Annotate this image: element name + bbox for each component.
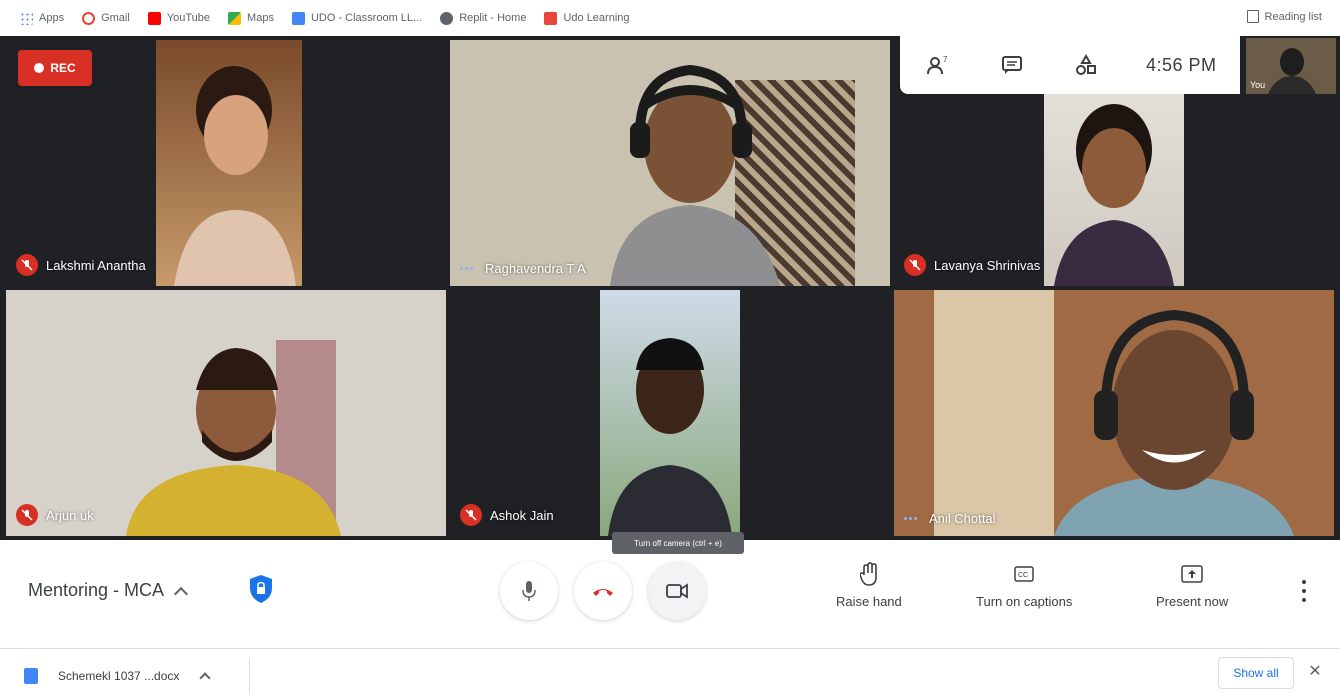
people-icon: 7 [927,55,948,75]
speaking-indicator-icon [460,267,475,270]
reading-list-button[interactable]: Reading list [1246,10,1322,23]
download-item[interactable]: Schemekl 1037 ...docx [18,659,250,693]
participant-video [610,64,780,286]
activities-icon [1076,54,1096,75]
bookmark-apps[interactable]: Apps [20,11,64,25]
bookmarks-bar: Apps Gmail YouTube Maps UDO - Classroom … [0,0,1340,36]
youtube-icon [147,11,161,25]
leave-call-button[interactable] [574,562,632,620]
svg-text:CC: CC [1018,572,1028,579]
maps-icon [228,11,242,25]
participant-tile[interactable]: REC Lakshmi Anantha [6,40,446,286]
show-all-button[interactable]: Show all [1218,657,1294,689]
hang-up-icon [593,589,613,596]
activities-button[interactable] [1072,51,1100,79]
record-dot-icon [34,63,45,73]
meeting-details-button[interactable]: Mentoring - MCA [28,580,189,601]
present-now-button[interactable]: Present now [1156,562,1228,609]
present-screen-icon [1180,562,1204,586]
bookmark-classroom[interactable]: UDO - Classroom LL... [291,11,422,25]
mic-off-icon [904,254,926,276]
participant-tile[interactable]: Ashok Jain [450,290,890,536]
download-shelf: Schemekl 1037 ...docx Show all ✕ [0,648,1340,700]
more-options-icon[interactable] [1296,580,1312,602]
speaking-indicator-icon [904,517,919,520]
people-button[interactable]: 7 [924,51,952,79]
google-icon [82,11,96,25]
meeting-clock: 4:56 PM [1146,54,1217,75]
reading-list-icon [1246,10,1259,23]
meeting-info-bar: 7 4:56 PM [900,36,1240,94]
mic-off-icon [460,504,482,526]
bookmark-maps[interactable]: Maps [228,11,274,25]
participant-name: Lakshmi Anantha [16,254,146,276]
participant-name: Ashok Jain [460,504,554,526]
camera-tooltip: Turn off camera (ctrl + e) [612,532,744,554]
participant-video [1054,104,1174,286]
participant-video [608,338,732,536]
participant-tile[interactable]: Arjun uk [6,290,446,536]
apps-grid-icon [20,11,33,25]
hand-icon [857,562,881,586]
bookmark-replit[interactable]: Replit - Home [440,11,526,25]
participant-tile[interactable]: Raghavendra T A [450,40,890,286]
replit-icon [440,11,454,25]
chat-button[interactable] [998,51,1026,79]
participant-video [1054,309,1294,536]
chevron-up-icon[interactable] [199,672,212,684]
participant-name: Arjun uk [16,504,94,526]
raise-hand-button[interactable]: Raise hand [836,562,902,609]
mic-toggle-button[interactable] [500,562,558,620]
captions-icon: CC [1012,562,1036,586]
video-grid: REC Lakshmi Anantha Raghavendra T A Lava… [0,36,1340,540]
bookmark-learning[interactable]: Udo Learning [544,11,630,25]
meet-window: Apps Gmail YouTube Maps UDO - Classroom … [0,0,1340,700]
participant-video [174,66,296,286]
classroom-icon [291,11,305,25]
svg-text:7: 7 [943,55,948,64]
chat-icon [1002,56,1022,74]
word-document-icon [24,668,38,684]
participant-name: Raghavendra T A [460,261,586,276]
mic-off-icon [16,504,38,526]
self-label: You [1250,80,1266,90]
camera-toggle-button[interactable] [648,562,706,620]
video-camera-icon [666,583,688,599]
bookmark-gmail[interactable]: Gmail [82,11,130,25]
captions-button[interactable]: CC Turn on captions [976,562,1072,609]
participant-video [126,348,341,536]
participant-name: Lavanya Shrinivas [904,254,1040,276]
participant-name: Anil Chottal [904,511,995,526]
recording-badge: REC [18,50,92,86]
self-view-tile[interactable]: You [1246,38,1336,94]
participant-tile[interactable]: Anil Chottal [894,290,1334,536]
meeting-controls: Mentoring - MCA Turn off camera (ctrl + … [0,532,1340,640]
close-icon[interactable]: ✕ [1306,663,1324,681]
microphone-icon [522,581,536,601]
learning-icon [544,11,558,25]
mic-off-icon [16,254,38,276]
host-controls-shield-icon[interactable] [248,574,274,604]
bookmark-youtube[interactable]: YouTube [147,11,210,25]
chevron-up-icon [173,586,189,601]
